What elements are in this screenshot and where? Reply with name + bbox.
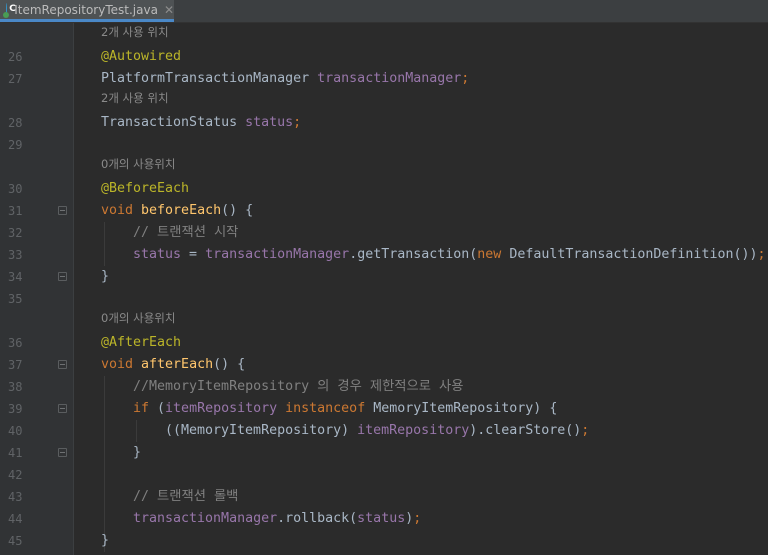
field-token: itemRepository	[165, 401, 286, 416]
field-token: itemRepository	[357, 423, 470, 438]
line-number: 43	[8, 490, 23, 504]
punct-token: ;	[413, 511, 422, 526]
punct-token: () {	[221, 203, 254, 218]
line-number: 32	[8, 226, 23, 240]
punct-token: (	[157, 401, 166, 416]
type-token: MemoryItemRepository) {	[373, 401, 558, 416]
call-token: .rollback(	[277, 511, 358, 526]
java-class-icon: C	[2, 3, 16, 18]
code-line-29[interactable]: 29	[0, 134, 768, 156]
comment-token: //MemoryItemRepository 의 경우 제한적으로 사용	[133, 379, 464, 394]
call-token: DefaultTransactionDefinition())	[509, 247, 758, 262]
punct-token: ;	[461, 71, 470, 86]
line-number: 35	[8, 292, 23, 306]
line-number: 31	[8, 204, 23, 218]
code-line-33[interactable]: 33 status = transactionManager.getTransa…	[0, 244, 768, 266]
code-line-40[interactable]: 40 ((MemoryItemRepository) itemRepositor…	[0, 420, 768, 442]
line-number: 39	[8, 402, 23, 416]
line-number: 41	[8, 446, 23, 460]
punct-token: ;	[581, 423, 590, 438]
line-number: 40	[8, 424, 23, 438]
call-token: .getTransaction(	[349, 247, 478, 262]
code-line-39[interactable]: 39 if (itemRepository instanceof MemoryI…	[0, 398, 768, 420]
line-number: 45	[8, 534, 23, 548]
tab-itemrepositorytest[interactable]: C ItemRepositoryTest.java ✕	[0, 0, 174, 22]
field-token: transactionManager	[205, 247, 350, 262]
editor-tab-bar: C ItemRepositoryTest.java ✕	[0, 0, 768, 23]
line-number: 38	[8, 380, 23, 394]
line-number: 37	[8, 358, 23, 372]
field-token: status	[245, 115, 294, 130]
code-line-44[interactable]: 44 transactionManager.rollback(status);	[0, 508, 768, 530]
field-token: transactionManager	[317, 71, 462, 86]
call-token: ).clearStore()	[469, 423, 582, 438]
annotation-token: @Autowired	[101, 49, 182, 64]
type-token: PlatformTransactionManager	[101, 71, 318, 86]
punct-token: ;	[293, 115, 302, 130]
close-icon[interactable]: ✕	[164, 3, 174, 17]
line-number: 42	[8, 468, 23, 482]
line-number: 27	[8, 72, 23, 86]
fold-icon[interactable]	[58, 360, 67, 369]
code-line-41[interactable]: 41 }	[0, 442, 768, 464]
type-token: TransactionStatus	[101, 115, 246, 130]
keyword-token: if	[133, 401, 158, 416]
code-line-36[interactable]: 36 @AfterEach	[0, 332, 768, 354]
code-line-45[interactable]: 45 }	[0, 530, 768, 552]
code-line-43[interactable]: 43 // 트랜잭션 롤백	[0, 486, 768, 508]
usage-hint[interactable]: 2개 사용 위치	[101, 90, 169, 112]
code-line-28[interactable]: 28 TransactionStatus status;	[0, 112, 768, 134]
usage-hint[interactable]: 0개의 사용위치	[101, 310, 175, 332]
field-token: status	[133, 247, 182, 262]
usage-hint[interactable]: 0개의 사용위치	[101, 156, 175, 178]
annotation-token: @BeforeEach	[101, 181, 190, 196]
usage-hint-row: 2개 사용 위치	[0, 90, 768, 112]
code-line-27[interactable]: 27 PlatformTransactionManager transactio…	[0, 68, 768, 90]
code-line-30[interactable]: 30 @BeforeEach	[0, 178, 768, 200]
fold-icon[interactable]	[58, 404, 67, 413]
cast-token: ((MemoryItemRepository)	[165, 423, 358, 438]
field-token: status	[357, 511, 406, 526]
line-number: 33	[8, 248, 23, 262]
line-number: 29	[8, 138, 23, 152]
comment-token: // 트랜잭션 롤백	[133, 489, 239, 504]
code-line-31[interactable]: 31 void beforeEach() {	[0, 200, 768, 222]
line-number: 36	[8, 336, 23, 350]
keyword-token: void	[101, 203, 142, 218]
fold-icon[interactable]	[58, 272, 67, 281]
brace-token: }	[101, 269, 110, 284]
keyword-token: new	[477, 247, 510, 262]
method-token: beforeEach	[141, 203, 222, 218]
usage-hint[interactable]: 2개 사용 위치	[101, 24, 169, 46]
punct-token: () {	[213, 357, 246, 372]
code-line-35[interactable]: 35	[0, 288, 768, 310]
code-line-37[interactable]: 37 void afterEach() {	[0, 354, 768, 376]
usage-hint-row: 0개의 사용위치	[0, 310, 768, 332]
tab-label: ItemRepositoryTest.java	[14, 2, 158, 17]
code-line-26[interactable]: 26 @Autowired	[0, 46, 768, 68]
code-line-42[interactable]: 42	[0, 464, 768, 486]
code-line-34[interactable]: 34 }	[0, 266, 768, 288]
line-number: 26	[8, 50, 23, 64]
keyword-token: void	[101, 357, 142, 372]
punct-token: ;	[757, 247, 766, 262]
brace-token: }	[133, 445, 142, 460]
code-line-38[interactable]: 38 //MemoryItemRepository 의 경우 제한적으로 사용	[0, 376, 768, 398]
usage-hint-row: 0개의 사용위치	[0, 156, 768, 178]
comment-token: // 트랜잭션 시작	[133, 225, 239, 240]
usage-hint-row: 2개 사용 위치	[0, 24, 768, 46]
field-token: transactionManager	[133, 511, 278, 526]
code-line-32[interactable]: 32 // 트랜잭션 시작	[0, 222, 768, 244]
line-number: 34	[8, 270, 23, 284]
brace-token: }	[101, 533, 110, 548]
line-number: 30	[8, 182, 23, 196]
line-number: 28	[8, 116, 23, 130]
line-number: 44	[8, 512, 23, 526]
annotation-token: @AfterEach	[101, 335, 182, 350]
fold-icon[interactable]	[58, 448, 67, 457]
fold-icon[interactable]	[58, 206, 67, 215]
operator-token: =	[181, 247, 206, 262]
keyword-token: instanceof	[285, 401, 374, 416]
method-token: afterEach	[141, 357, 214, 372]
